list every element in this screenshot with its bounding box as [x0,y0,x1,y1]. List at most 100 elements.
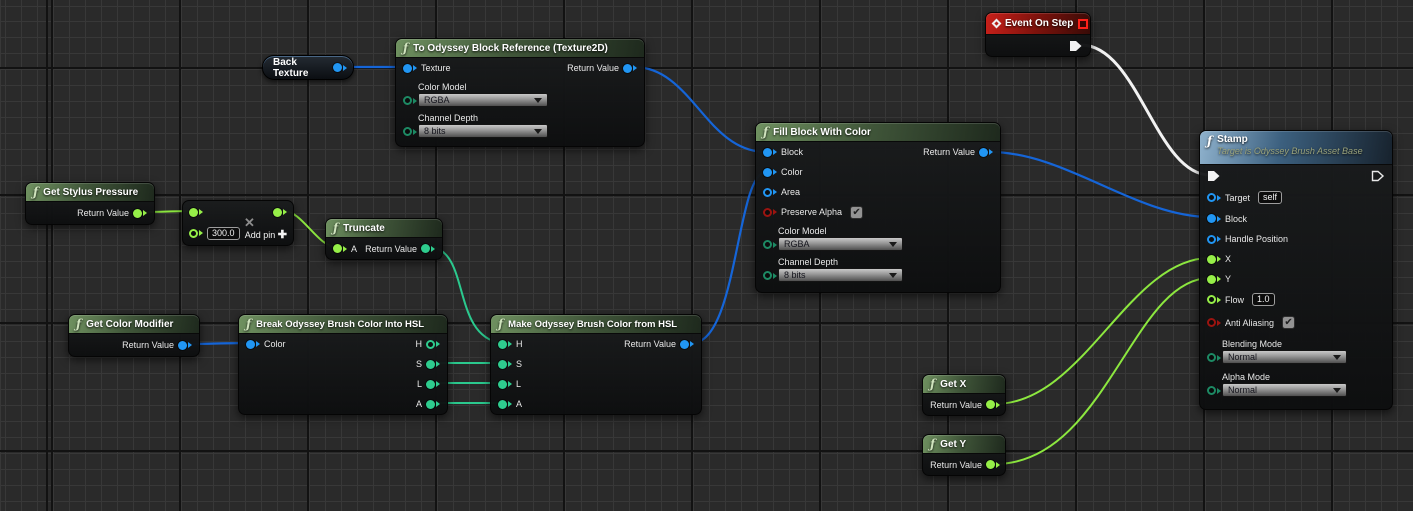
preserve-alpha-checkbox[interactable]: ✔ [850,206,863,219]
pin-channel-depth-input[interactable] [403,127,417,136]
pin-block-input[interactable] [1207,214,1221,223]
node-truncate[interactable]: ƒ Truncate A Return Value [325,218,443,260]
pin-label-y: Y [1225,274,1231,284]
pin-label-return: Return Value [77,208,129,218]
node-title: Truncate [343,223,385,234]
channel-depth-dropdown[interactable]: 8 bits [418,124,548,138]
node-to-odyssey-block-reference[interactable]: ƒ To Odyssey Block Reference (Texture2D)… [395,38,645,147]
node-header[interactable]: ƒ Fill Block With Color [756,123,1000,142]
target-value-field[interactable]: self [1258,191,1282,204]
node-header[interactable]: ƒ Break Odyssey Brush Color Into HSL [239,315,447,334]
pin-flow-input[interactable] [1207,295,1221,304]
pin-label-return: Return Value [365,244,417,254]
pin-alpha-mode-input[interactable] [1207,386,1221,395]
function-icon: ƒ [76,318,81,330]
pin-multiply-output[interactable] [273,208,287,217]
node-header[interactable]: ƒ To Odyssey Block Reference (Texture2D) [396,39,644,58]
node-header[interactable]: ƒ Get Color Modifier [69,315,199,334]
node-event-on-step[interactable]: Event On Step [985,12,1091,57]
node-get-y[interactable]: ƒ Get Y Return Value [922,434,1006,476]
pin-a-input[interactable] [333,244,347,253]
pin-multiply-input-a[interactable] [189,208,203,217]
node-stamp[interactable]: ƒ Stamp Target is Odyssey Brush Asset Ba… [1199,130,1393,410]
pin-return-output[interactable] [133,209,147,218]
flow-value-field[interactable]: 1.0 [1252,293,1275,306]
exec-output-pin[interactable] [1371,170,1385,182]
pin-h-output[interactable] [426,340,440,349]
node-break-odyssey-brush-color[interactable]: ƒ Break Odyssey Brush Color Into HSL Col… [238,314,448,415]
pin-x-input[interactable] [1207,255,1221,264]
color-model-dropdown[interactable]: RGBA [418,93,548,107]
pin-return-output[interactable] [178,341,192,350]
wire-fillreturn-to-stampblock[interactable] [990,152,1210,217]
pin-a-output[interactable] [426,400,440,409]
function-icon: ƒ [1207,135,1212,147]
exec-input-pin[interactable] [1207,170,1221,182]
node-make-odyssey-brush-color[interactable]: ƒ Make Odyssey Brush Color from HSL H Re… [490,314,702,415]
pin-return-output[interactable] [979,148,993,157]
pin-color-input[interactable] [246,340,260,349]
add-pin-button[interactable]: Add pin ✚ [245,228,287,241]
node-header[interactable]: ƒ Stamp Target is Odyssey Brush Asset Ba… [1200,131,1392,165]
node-header[interactable]: ƒ Get Stylus Pressure [26,183,154,202]
node-header[interactable]: ƒ Get Y [923,435,1005,454]
wire-exec-event-to-stamp[interactable] [1081,45,1210,175]
pin-l-input[interactable] [498,380,512,389]
exec-output-pin[interactable] [1069,40,1083,52]
pin-return-output[interactable] [986,460,1000,469]
pin-block-input[interactable] [763,148,777,157]
function-icon: ƒ [930,378,935,390]
node-title: Get X [940,379,966,390]
node-header[interactable]: ƒ Make Odyssey Brush Color from HSL [491,315,701,334]
node-header[interactable]: ƒ Get X [923,375,1005,394]
pin-return-output[interactable] [680,340,694,349]
pin-preserve-alpha-input[interactable] [763,208,777,217]
pin-l-output[interactable] [426,380,440,389]
pin-label-anti-aliasing: Anti Aliasing [1225,318,1274,328]
pin-color-model-input[interactable] [763,240,777,249]
pin-a-input[interactable] [498,400,512,409]
pin-blending-mode-input[interactable] [1207,353,1221,362]
wire-gety-to-stamp-y[interactable] [995,278,1210,464]
pin-color-input[interactable] [763,168,777,177]
pin-multiply-input-b[interactable] [189,229,203,238]
pin-h-input[interactable] [498,340,512,349]
pin-texture-input[interactable] [403,64,417,73]
chevron-down-icon [1333,355,1341,360]
multiply-value-field[interactable]: 300.0 [207,227,240,240]
node-fill-block-with-color[interactable]: ƒ Fill Block With Color Block Return Val… [755,122,1001,293]
pin-label-a: A [351,244,357,254]
pin-s-output[interactable] [426,360,440,369]
node-get-x[interactable]: ƒ Get X Return Value [922,374,1006,416]
pin-target-input[interactable] [1207,193,1221,202]
pin-return-output[interactable] [421,244,435,253]
pin-anti-aliasing-input[interactable] [1207,318,1221,327]
variable-label: Back Texture [273,57,328,79]
wire-getx-to-stamp-x[interactable] [995,258,1210,404]
node-back-texture[interactable]: Back Texture [262,55,354,80]
pin-channel-depth-input[interactable] [763,271,777,280]
channel-depth-value: 8 bits [424,126,446,136]
node-multiply[interactable]: 300.0 ✕ Add pin ✚ [182,200,294,246]
wire-toodyssey-to-fillblock[interactable] [634,67,766,152]
node-get-stylus-pressure[interactable]: ƒ Get Stylus Pressure Return Value [25,182,155,225]
pin-area-input[interactable] [763,188,777,197]
color-model-dropdown[interactable]: RGBA [778,237,903,251]
node-header[interactable]: ƒ Truncate [326,219,442,238]
pin-handle-position-input[interactable] [1207,235,1221,244]
blueprint-graph-canvas[interactable]: Back Texture ƒ To Odyssey Block Referenc… [0,0,1413,511]
channel-depth-dropdown[interactable]: 8 bits [778,268,903,282]
pin-back-texture-output[interactable] [333,63,347,72]
pin-s-input[interactable] [498,360,512,369]
node-title: Get Stylus Pressure [43,187,138,198]
anti-aliasing-checkbox[interactable]: ✔ [1282,316,1295,329]
pin-return-output[interactable] [986,400,1000,409]
pin-return-output[interactable] [623,64,637,73]
pin-color-model-input[interactable] [403,96,417,105]
node-header[interactable]: Event On Step [986,13,1090,35]
node-get-color-modifier[interactable]: ƒ Get Color Modifier Return Value [68,314,200,357]
blending-mode-dropdown[interactable]: Normal [1222,350,1347,364]
pin-y-input[interactable] [1207,275,1221,284]
pin-label-handle-position: Handle Position [1225,234,1288,244]
alpha-mode-dropdown[interactable]: Normal [1222,383,1347,397]
